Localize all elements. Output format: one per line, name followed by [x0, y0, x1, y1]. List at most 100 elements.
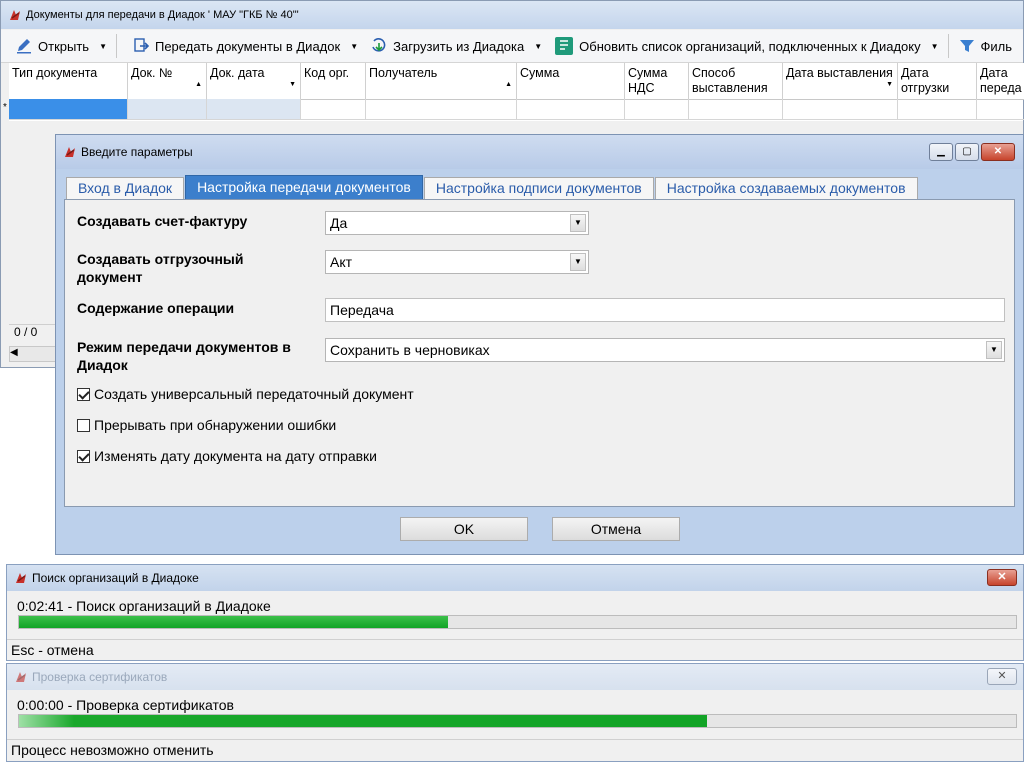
column-header[interactable]: Док. дата ▼: [207, 63, 301, 99]
grid-cell[interactable]: [301, 99, 366, 119]
grid-cell[interactable]: [207, 99, 301, 119]
invoice-select[interactable]: Да ▼: [325, 211, 589, 235]
column-header[interactable]: Дата отгрузки: [898, 63, 977, 99]
transfer-mode-value: Сохранить в черновиках: [330, 342, 490, 358]
main-toolbar: Открыть ▼ Передать документы в Диадок ▼ …: [1, 30, 1023, 63]
progress-status-text: 0:00:00 - Проверка сертификатов: [17, 697, 234, 713]
grid-cell[interactable]: [128, 99, 207, 119]
grid-cell[interactable]: [689, 99, 783, 119]
sort-desc-icon: ▼: [886, 81, 893, 88]
progress-titlebar[interactable]: Поиск организаций в Диадоке: [7, 565, 1023, 591]
column-header[interactable]: Код орг.: [301, 63, 366, 99]
chevron-down-icon[interactable]: ▼: [99, 42, 107, 51]
abort-on-error-label: Прерывать при обнаружении ошибки: [94, 417, 337, 433]
load-label: Загрузить из Диадока: [393, 38, 525, 54]
refresh-organizations-button[interactable]: Обновить список организаций, подключенны…: [548, 33, 944, 59]
abort-on-error-checkbox[interactable]: Прерывать при обнаружении ошибки: [77, 417, 336, 433]
close-icon[interactable]: ✕: [981, 143, 1015, 161]
transfer-mode-select[interactable]: Сохранить в черновиках ▼: [325, 338, 1005, 362]
shipping-document-value: Акт: [330, 254, 353, 270]
column-header[interactable]: Док. № ▲: [128, 63, 207, 99]
invoice-value: Да: [330, 215, 348, 231]
chevron-down-icon[interactable]: ▼: [350, 42, 358, 51]
grid-cell[interactable]: [517, 99, 625, 119]
sort-asc-icon: ▲: [195, 81, 202, 88]
grid-cell[interactable]: [898, 99, 977, 119]
chevron-down-icon[interactable]: ▼: [570, 214, 586, 232]
checkbox-icon[interactable]: [77, 418, 90, 432]
dialog-tabs: Вход в Диадок Настройка передачи докумен…: [66, 175, 919, 199]
change-date-checkbox[interactable]: Изменять дату документа на дату отправки: [77, 448, 377, 464]
checkbox-icon[interactable]: [77, 449, 90, 463]
progress-status-text: 0:02:41 - Поиск организаций в Диадоке: [17, 598, 271, 614]
window-controls: ▁ ▢ ✕: [929, 143, 1015, 161]
dialog-tab-panel: Создавать счет-фактуру Да ▼ Создавать от…: [64, 199, 1015, 507]
toolbar-separator: [115, 34, 117, 58]
column-header[interactable]: Дата переда: [977, 63, 1024, 99]
send-to-diadoc-button[interactable]: Передать документы в Диадок ▼: [126, 33, 364, 59]
new-row-marker: *: [3, 102, 7, 113]
grid-cell[interactable]: [366, 99, 517, 119]
operation-content-label: Содержание операции: [77, 300, 235, 316]
grid-cell[interactable]: [783, 99, 898, 119]
close-icon[interactable]: ✕: [987, 569, 1017, 586]
documents-grid: Тип документа Док. № ▲ Док. дата ▼ Код орг…: [9, 63, 1024, 121]
app-icon: [10, 10, 20, 20]
progress-bar-fill: [19, 616, 448, 628]
chevron-down-icon[interactable]: ▼: [534, 42, 542, 51]
app-icon: [16, 573, 26, 583]
certificate-check-progress-window: Проверка сертификатов ✕ 0:00:00 - Провер…: [6, 663, 1024, 762]
progress-titlebar[interactable]: Проверка сертификатов: [7, 664, 1023, 690]
checkbox-icon[interactable]: [77, 387, 90, 401]
cancel-button[interactable]: Отмена: [552, 517, 680, 541]
load-from-diadoc-button[interactable]: Загрузить из Диадока ▼: [364, 33, 548, 59]
column-header[interactable]: Способ выставления: [689, 63, 783, 99]
edit-icon: [17, 39, 31, 54]
create-upd-label: Создать универсальный передаточный докум…: [94, 386, 414, 402]
table-row[interactable]: [9, 99, 1024, 120]
shipping-document-label: Создавать отгрузочный документ: [77, 251, 244, 285]
maximize-icon[interactable]: ▢: [955, 143, 979, 161]
filter-button[interactable]: Филь: [952, 33, 1019, 59]
progress-title: Проверка сертификатов: [32, 670, 168, 684]
chevron-down-icon[interactable]: ▼: [986, 341, 1002, 359]
column-header[interactable]: Получатель ▲: [366, 63, 517, 99]
grid-cell-selected[interactable]: [9, 99, 128, 119]
tab-signature-settings[interactable]: Настройка подписи документов: [423, 177, 654, 199]
chevron-down-icon[interactable]: ▼: [931, 42, 939, 51]
grid-cell[interactable]: [977, 99, 1024, 119]
column-header[interactable]: Сумма НДС: [625, 63, 689, 99]
dialog-titlebar[interactable]: Введите параметры: [56, 135, 1023, 169]
open-label: Открыть: [38, 38, 90, 54]
progress-bar-fill: [19, 715, 707, 727]
close-icon[interactable]: ✕: [987, 668, 1017, 685]
tab-transfer-settings[interactable]: Настройка передачи документов: [185, 175, 423, 199]
column-header[interactable]: Тип документа: [9, 63, 128, 99]
main-titlebar[interactable]: Документы для передачи в Диадок ' МАУ "Г…: [1, 1, 1023, 29]
parameters-dialog: Введите параметры ▁ ▢ ✕ Вход в Диадок На…: [55, 134, 1024, 555]
refresh-list-icon: [555, 37, 574, 55]
grid-header: Тип документа Док. № ▲ Док. дата ▼ Код орг…: [9, 63, 1024, 100]
scroll-left-icon[interactable]: ◀: [10, 347, 18, 358]
grid-cell[interactable]: [625, 99, 689, 119]
progress-footer: Esc - отмена: [7, 639, 1023, 661]
chevron-down-icon[interactable]: ▼: [570, 253, 586, 271]
shipping-document-select[interactable]: Акт ▼: [325, 250, 589, 274]
change-date-label: Изменять дату документа на дату отправки: [94, 448, 378, 464]
tab-login[interactable]: Вход в Диадок: [66, 177, 185, 199]
horizontal-scrollbar[interactable]: ◀: [9, 346, 57, 362]
column-header[interactable]: Сумма: [517, 63, 625, 99]
column-header[interactable]: Дата выставления ▼: [783, 63, 898, 99]
filter-icon: [959, 40, 974, 52]
create-upd-checkbox[interactable]: Создать универсальный передаточный докум…: [77, 386, 414, 402]
operation-content-input[interactable]: Передача: [325, 298, 1005, 322]
record-counter: 0 / 0: [9, 324, 57, 344]
transfer-mode-label: Режим передачи документов в Диадок: [77, 339, 291, 373]
open-button[interactable]: Открыть ▼: [9, 33, 113, 59]
minimize-icon[interactable]: ▁: [929, 143, 953, 161]
org-search-progress-window: Поиск организаций в Диадоке ✕ 0:02:41 - …: [6, 564, 1024, 661]
download-icon: [372, 38, 386, 52]
ok-button[interactable]: OK: [400, 517, 528, 541]
tab-created-documents-settings[interactable]: Настройка создаваемых документов: [654, 177, 918, 199]
app-icon: [16, 672, 26, 682]
